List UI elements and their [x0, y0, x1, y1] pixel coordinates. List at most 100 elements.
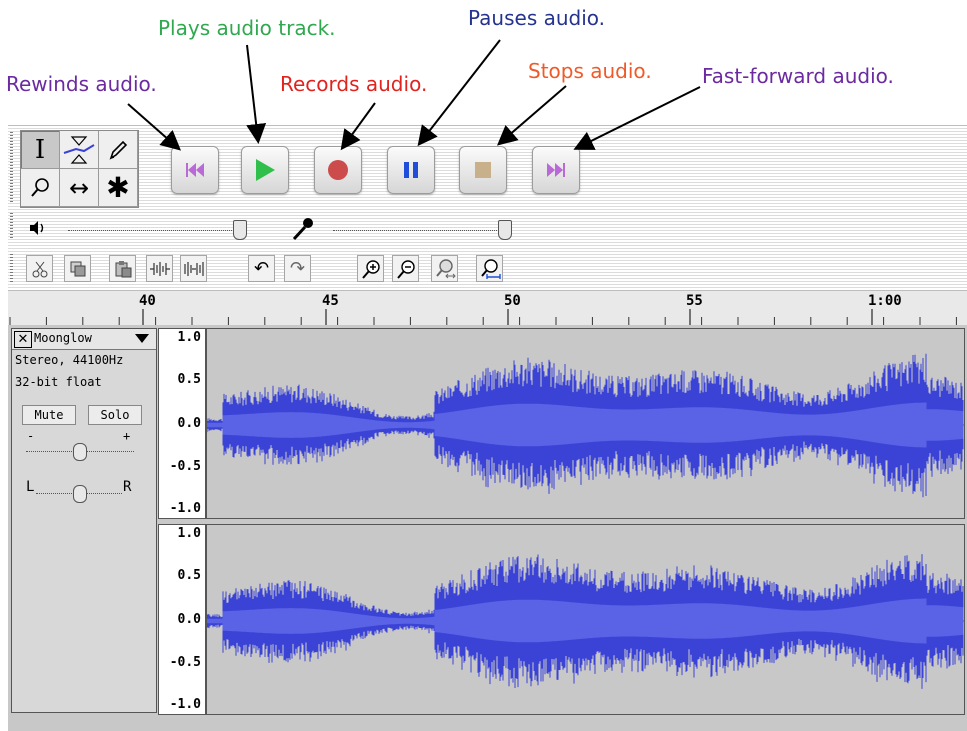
pencil-icon [109, 140, 128, 160]
fast-forward-annotation: Fast-forward audio. [702, 64, 894, 88]
draw-tool[interactable] [99, 131, 137, 168]
ruler-label: 50 [504, 293, 521, 309]
selection-tool[interactable]: I [21, 131, 59, 168]
selection-tool-icon: I [34, 134, 46, 165]
edit-grip[interactable] [10, 254, 13, 284]
toolbar-grip[interactable] [10, 132, 13, 204]
asterisk-icon: ✱ [106, 171, 130, 204]
redo-icon: ↷ [289, 258, 306, 279]
scale-label: 0.0 [177, 612, 201, 627]
multi-tool[interactable]: ✱ [99, 169, 137, 206]
input-volume-thumb[interactable] [498, 220, 512, 240]
waveform-right [207, 554, 964, 689]
output-volume-thumb[interactable] [233, 220, 247, 240]
silence-icon [183, 261, 204, 276]
track-name[interactable]: Moonglow [34, 331, 92, 345]
envelope-tool[interactable] [60, 131, 98, 168]
fit-project-button[interactable] [476, 255, 503, 282]
play-button[interactable] [241, 146, 289, 194]
trim-button[interactable] [146, 255, 173, 282]
scale-label: -1.0 [169, 697, 201, 712]
ruler-label: 40 [139, 293, 156, 309]
zoom-in-icon [361, 259, 380, 279]
scale-label: 0.0 [177, 416, 201, 431]
vertical-scale-right-channel[interactable]: 1.0 0.5 0.0 -0.5 -1.0 [158, 524, 206, 715]
waveform-right-channel[interactable] [206, 524, 965, 715]
track-name-row[interactable]: ✕ Moonglow [12, 329, 156, 350]
scale-label: 1.0 [177, 526, 201, 541]
magnifier-icon [31, 177, 49, 197]
ruler-label: 55 [686, 293, 703, 309]
copy-button[interactable] [64, 255, 91, 282]
copy-icon [70, 261, 85, 276]
track-area: ✕ Moonglow Stereo, 44100Hz 32-bit float … [8, 325, 967, 731]
envelope-tool-icon [63, 135, 95, 164]
stop-button[interactable] [459, 146, 507, 194]
pan-slider-thumb[interactable] [73, 485, 87, 503]
scale-label: 0.5 [177, 568, 201, 583]
fit-project-icon [480, 258, 501, 279]
undo-button[interactable]: ↶ [248, 255, 275, 282]
scale-label: 1.0 [177, 330, 201, 345]
fit-selection-icon [435, 258, 456, 278]
zoom-in-button[interactable] [357, 255, 384, 282]
track-format: Stereo, 44100Hz [15, 353, 124, 367]
timeline-ruler[interactable]: 40 45 50 55 1:00 [8, 290, 967, 326]
time-shift-tool[interactable]: ↔ [60, 169, 98, 206]
ruler-label: 45 [322, 293, 339, 309]
stop-annotation: Stops audio. [528, 59, 652, 83]
paste-icon [115, 260, 131, 277]
record-annotation: Records audio. [280, 72, 428, 96]
track-menu-arrow-icon[interactable] [135, 334, 149, 343]
track-control-panel: ✕ Moonglow Stereo, 44100Hz 32-bit float … [11, 328, 157, 713]
paste-button[interactable] [109, 255, 136, 282]
zoom-tool[interactable] [21, 169, 59, 206]
gain-slider-thumb[interactable] [73, 443, 87, 461]
cut-icon [32, 261, 47, 277]
record-icon [328, 160, 348, 180]
rewind-button[interactable] [171, 146, 219, 194]
close-track-button[interactable]: ✕ [14, 331, 32, 348]
fast-forward-button[interactable] [532, 146, 580, 194]
undo-icon: ↶ [253, 258, 270, 279]
speaker-icon [28, 220, 48, 240]
skip-start-icon [186, 163, 204, 177]
scale-label: -1.0 [169, 501, 201, 516]
gain-minus-label: - [27, 429, 35, 443]
mute-button[interactable]: Mute [22, 405, 76, 425]
zoom-out-button[interactable] [392, 255, 419, 282]
rewind-annotation: Rewinds audio. [6, 72, 157, 96]
pause-icon [404, 162, 418, 178]
ruler-label: 1:00 [868, 293, 902, 309]
redo-button[interactable]: ↷ [284, 255, 311, 282]
record-button[interactable] [314, 146, 362, 194]
stop-icon [475, 162, 491, 178]
toolbar-area: I ↔ ✱ ↶ ↷ [8, 125, 967, 291]
trim-icon [149, 261, 170, 276]
waveform-left-channel[interactable] [206, 328, 965, 519]
output-volume-slider[interactable] [68, 230, 240, 231]
play-annotation: Plays audio track. [158, 16, 336, 40]
zoom-out-icon [396, 259, 415, 279]
cut-button[interactable] [26, 255, 53, 282]
gain-plus-label: + [123, 429, 131, 443]
scale-label: -0.5 [169, 459, 201, 474]
track-sample-format: 32-bit float [15, 375, 102, 389]
tools-palette: I ↔ ✱ [20, 130, 139, 208]
play-icon [256, 159, 275, 181]
input-volume-slider[interactable] [333, 230, 503, 231]
double-arrow-icon: ↔ [68, 173, 90, 202]
fit-selection-button[interactable] [431, 255, 458, 282]
pan-left-label: L [26, 479, 35, 495]
silence-button[interactable] [180, 255, 207, 282]
skip-end-icon [547, 163, 565, 177]
pan-right-label: R [123, 479, 132, 495]
solo-button[interactable]: Solo [88, 405, 142, 425]
vertical-scale-left-channel[interactable]: 1.0 0.5 0.0 -0.5 -1.0 [158, 328, 206, 519]
pause-annotation: Pauses audio. [468, 6, 606, 30]
close-icon: ✕ [17, 332, 29, 347]
microphone-icon [290, 216, 316, 246]
mixer-grip[interactable] [10, 213, 13, 239]
pause-button[interactable] [387, 146, 435, 194]
scale-label: -0.5 [169, 655, 201, 670]
